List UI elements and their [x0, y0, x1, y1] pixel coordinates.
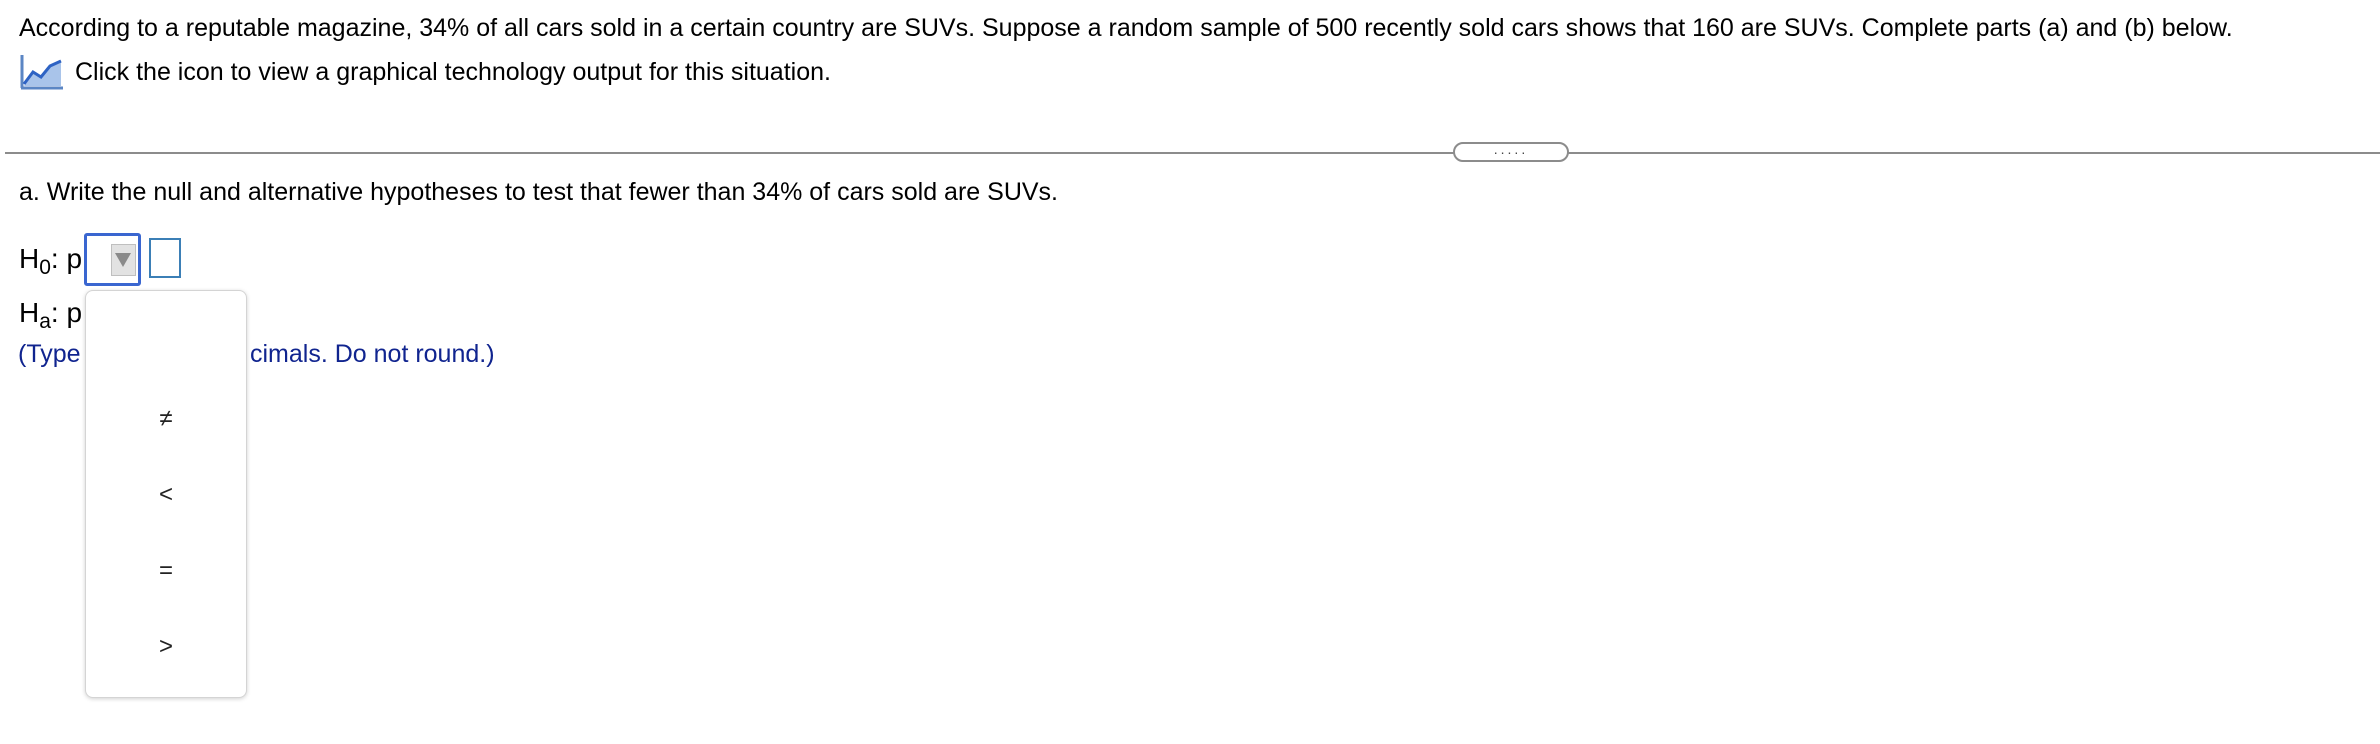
hint-text-left: (Type: [18, 340, 81, 368]
option-equal[interactable]: =: [86, 541, 246, 601]
graph-chart-icon[interactable]: [19, 53, 65, 91]
option-not-equal[interactable]: ≠: [86, 389, 246, 449]
operator-dropdown-menu: ≠ < = >: [85, 290, 247, 698]
h0-letter: H: [19, 243, 40, 274]
dropdown-button[interactable]: [111, 244, 136, 276]
page: According to a reputable magazine, 34% o…: [0, 0, 2380, 744]
technology-output-row: Click the icon to view a graphical techn…: [19, 52, 831, 92]
h0-operator-dropdown[interactable]: [84, 233, 141, 286]
ha-letter: H: [19, 297, 40, 328]
h0-subscript: 0: [39, 256, 51, 279]
option-less-than[interactable]: <: [86, 465, 246, 525]
ha-subscript: a: [39, 310, 51, 333]
h0-value-input[interactable]: [149, 238, 181, 278]
technology-output-text: Click the icon to view a graphical techn…: [75, 58, 831, 86]
chevron-down-icon: [115, 253, 131, 267]
null-hypothesis-label: H0: p: [19, 243, 83, 278]
part-a-prompt: a. Write the null and alternative hypoth…: [19, 178, 1058, 206]
option-greater-than[interactable]: >: [86, 617, 246, 677]
alternative-hypothesis-label: Ha: p: [19, 297, 83, 332]
problem-statement: According to a reputable magazine, 34% o…: [19, 14, 2233, 42]
ha-rest: : p: [50, 297, 83, 328]
section-divider: [5, 152, 2380, 154]
divider-expand-handle[interactable]: .....: [1453, 142, 1569, 162]
h0-rest: : p: [50, 243, 83, 274]
hint-text-right: cimals. Do not round.): [250, 340, 495, 368]
